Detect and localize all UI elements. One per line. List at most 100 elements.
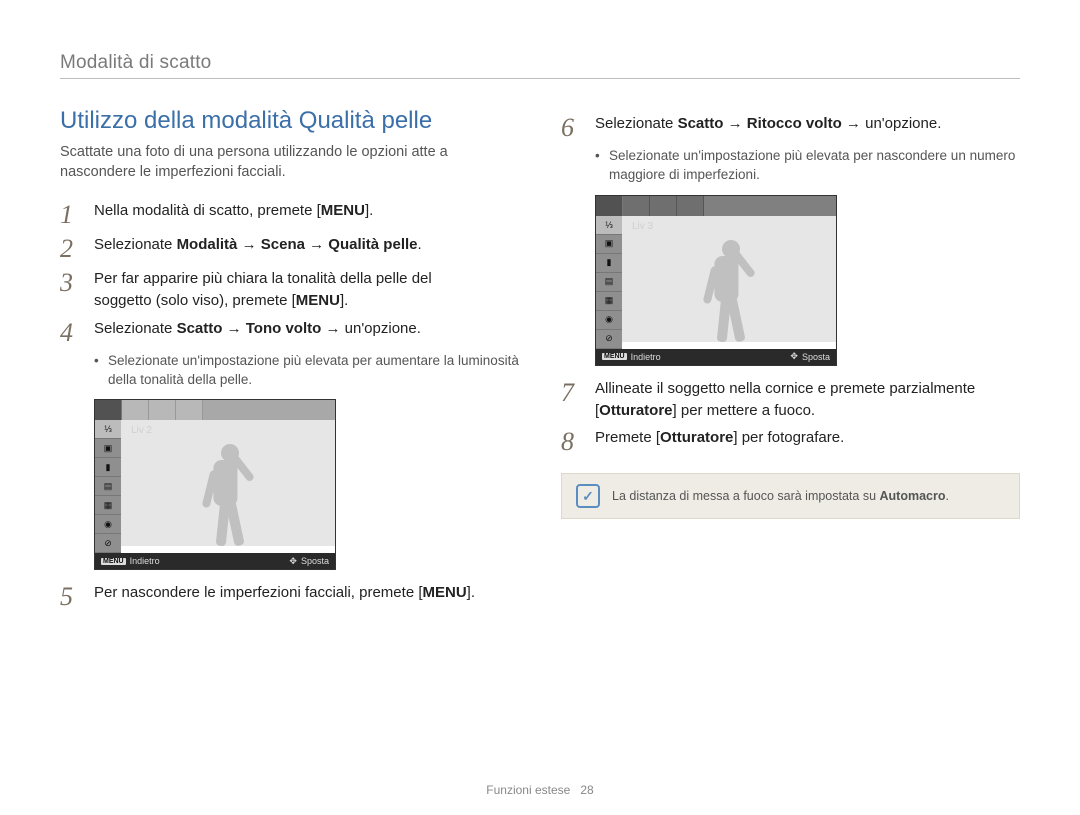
lcd-tab bbox=[623, 196, 650, 216]
menu-key: MENU bbox=[296, 292, 340, 309]
subject-silhouette-icon bbox=[184, 436, 264, 546]
step-2: 2 Selezionate Modalità → Scena → Qualità… bbox=[60, 234, 519, 262]
column-left: Utilizzo della modalità Qualità pelle Sc… bbox=[60, 107, 519, 612]
lcd-back-label: Indietro bbox=[631, 352, 661, 362]
step-body: Per far apparire più chiara la tonalità … bbox=[94, 268, 432, 312]
step-text: → un'opzione. bbox=[321, 320, 421, 337]
step-text: → un'opzione. bbox=[842, 115, 942, 132]
step-body: Premete [Otturatore] per fotografare. bbox=[595, 427, 844, 455]
lcd-side-icon: ⊘ bbox=[596, 330, 622, 349]
lcd-move-hint: ✥ Sposta bbox=[289, 556, 329, 567]
note-post: . bbox=[946, 489, 949, 503]
lcd-tab bbox=[650, 196, 677, 216]
shutter-key: Otturatore bbox=[599, 402, 672, 419]
lcd-viewfinder: Liv 2 bbox=[121, 420, 335, 546]
camera-lcd-preview-1: ⅓ ▣ ▮ ▤ ▦ ◉ ⊘ Liv 2 bbox=[94, 399, 336, 570]
step-6: 6 Selezionate Scatto → Ritocco volto → u… bbox=[561, 113, 1020, 141]
step-text: Per nascondere le imperfezioni facciali,… bbox=[94, 584, 423, 601]
lcd-side-icons: ⅓ ▣ ▮ ▤ ▦ ◉ ⊘ bbox=[596, 216, 622, 349]
page-footer: Funzioni estese 28 bbox=[0, 783, 1080, 797]
nav-arrow: → bbox=[222, 320, 245, 337]
note-icon: ✓ bbox=[576, 484, 600, 508]
step-body: Selezionate Scatto → Ritocco volto → un'… bbox=[595, 113, 941, 141]
lcd-body: ⅓ ▣ ▮ ▤ ▦ ◉ ⊘ Liv 2 bbox=[95, 420, 335, 553]
step-text: Selezionate bbox=[94, 236, 177, 253]
section-heading: Utilizzo della modalità Qualità pelle bbox=[60, 107, 519, 135]
lcd-move-label: Sposta bbox=[802, 352, 830, 362]
lcd-level-label: Liv 3 bbox=[628, 220, 657, 233]
footer-page-number: 28 bbox=[580, 783, 593, 797]
note-bold: Automacro bbox=[880, 489, 946, 503]
nav-path-item: Modalità bbox=[177, 236, 238, 253]
lcd-side-icon: ⅓ bbox=[596, 216, 622, 235]
step-1: 1 Nella modalità di scatto, premete [MEN… bbox=[60, 200, 519, 228]
step-4-sub: Selezionate un'impostazione più elevata … bbox=[94, 352, 519, 390]
document-page: Modalità di scatto Utilizzo della modali… bbox=[0, 0, 1080, 815]
lcd-side-icon: ⊘ bbox=[95, 534, 121, 553]
lcd-side-icons: ⅓ ▣ ▮ ▤ ▦ ◉ ⊘ bbox=[95, 420, 121, 553]
lcd-tab-row bbox=[95, 400, 335, 420]
steps-list: 1 Nella modalità di scatto, premete [MEN… bbox=[60, 200, 519, 610]
lcd-side-icon: ▮ bbox=[596, 254, 622, 273]
lcd-back-label: Indietro bbox=[130, 556, 160, 566]
step-body: Per nascondere le imperfezioni facciali,… bbox=[94, 582, 475, 610]
lcd-side-icon: ▤ bbox=[95, 477, 121, 496]
step-number: 6 bbox=[561, 113, 583, 141]
lcd-level-label: Liv 2 bbox=[127, 424, 156, 437]
lcd-back-hint: MENU Indietro bbox=[602, 352, 661, 362]
lcd-footer: MENU Indietro ✥ Sposta bbox=[596, 349, 836, 365]
step-number: 7 bbox=[561, 378, 583, 422]
two-column-layout: Utilizzo della modalità Qualità pelle Sc… bbox=[60, 107, 1020, 612]
step-number: 8 bbox=[561, 427, 583, 455]
steps-list-right: 6 Selezionate Scatto → Ritocco volto → u… bbox=[561, 113, 1020, 519]
nav-path-item: Ritocco volto bbox=[747, 115, 842, 132]
section-intro: Scattate una foto di una persona utilizz… bbox=[60, 143, 519, 182]
step-text: Allineate il soggetto nella cornice e pr… bbox=[595, 380, 975, 397]
step-text: Nella modalità di scatto, premete [ bbox=[94, 202, 321, 219]
step-text: . bbox=[418, 236, 422, 253]
nav-path-item: Scena bbox=[261, 236, 305, 253]
nav-path-item: Scatto bbox=[678, 115, 724, 132]
menu-chip-icon: MENU bbox=[101, 558, 126, 565]
step-3: 3 Per far apparire più chiara la tonalit… bbox=[60, 268, 519, 312]
menu-chip-icon: MENU bbox=[602, 353, 627, 360]
column-right: 6 Selezionate Scatto → Ritocco volto → u… bbox=[561, 107, 1020, 612]
shutter-key: Otturatore bbox=[660, 429, 733, 446]
lcd-tab-selected bbox=[95, 400, 122, 420]
step-text: Selezionate bbox=[94, 320, 177, 337]
header-rule bbox=[60, 78, 1020, 79]
nav-arrow: → bbox=[237, 236, 260, 253]
menu-key: MENU bbox=[423, 584, 467, 601]
nav-path-item: Scatto bbox=[177, 320, 223, 337]
step-text: Premete [ bbox=[595, 429, 660, 446]
nav-arrow: → bbox=[723, 115, 746, 132]
footer-section-label: Funzioni estese bbox=[486, 783, 570, 797]
step-text: ]. bbox=[340, 292, 348, 309]
lcd-side-icon: ▤ bbox=[596, 273, 622, 292]
step-body: Selezionate Modalità → Scena → Qualità p… bbox=[94, 234, 422, 262]
step-number: 5 bbox=[60, 582, 82, 610]
menu-key: MENU bbox=[321, 202, 365, 219]
lcd-body: ⅓ ▣ ▮ ▤ ▦ ◉ ⊘ Liv 3 bbox=[596, 216, 836, 349]
step-4: 4 Selezionate Scatto → Tono volto → un'o… bbox=[60, 318, 519, 346]
lcd-tab bbox=[149, 400, 176, 420]
lcd-side-icon: ⅓ bbox=[95, 420, 121, 439]
step-text: ] per fotografare. bbox=[733, 429, 844, 446]
running-header: Modalità di scatto bbox=[60, 52, 1020, 74]
step-body: Selezionate Scatto → Tono volto → un'opz… bbox=[94, 318, 421, 346]
step-text: Per far apparire più chiara la tonalità … bbox=[94, 270, 432, 287]
lcd-side-icon: ▮ bbox=[95, 458, 121, 477]
lcd-side-icon: ◉ bbox=[95, 515, 121, 534]
step-text: soggetto (solo viso), premete [ bbox=[94, 292, 296, 309]
step-text: ]. bbox=[365, 202, 373, 219]
lcd-tab bbox=[677, 196, 704, 216]
lcd-tab bbox=[122, 400, 149, 420]
step-body: Allineate il soggetto nella cornice e pr… bbox=[595, 378, 975, 422]
lcd-move-label: Sposta bbox=[301, 556, 329, 566]
lcd-side-icon: ▦ bbox=[596, 292, 622, 311]
step-number: 3 bbox=[60, 268, 82, 312]
nav-path-item: Qualità pelle bbox=[328, 236, 417, 253]
lcd-side-icon: ◉ bbox=[596, 311, 622, 330]
step-number: 2 bbox=[60, 234, 82, 262]
lcd-side-icon: ▣ bbox=[596, 235, 622, 254]
